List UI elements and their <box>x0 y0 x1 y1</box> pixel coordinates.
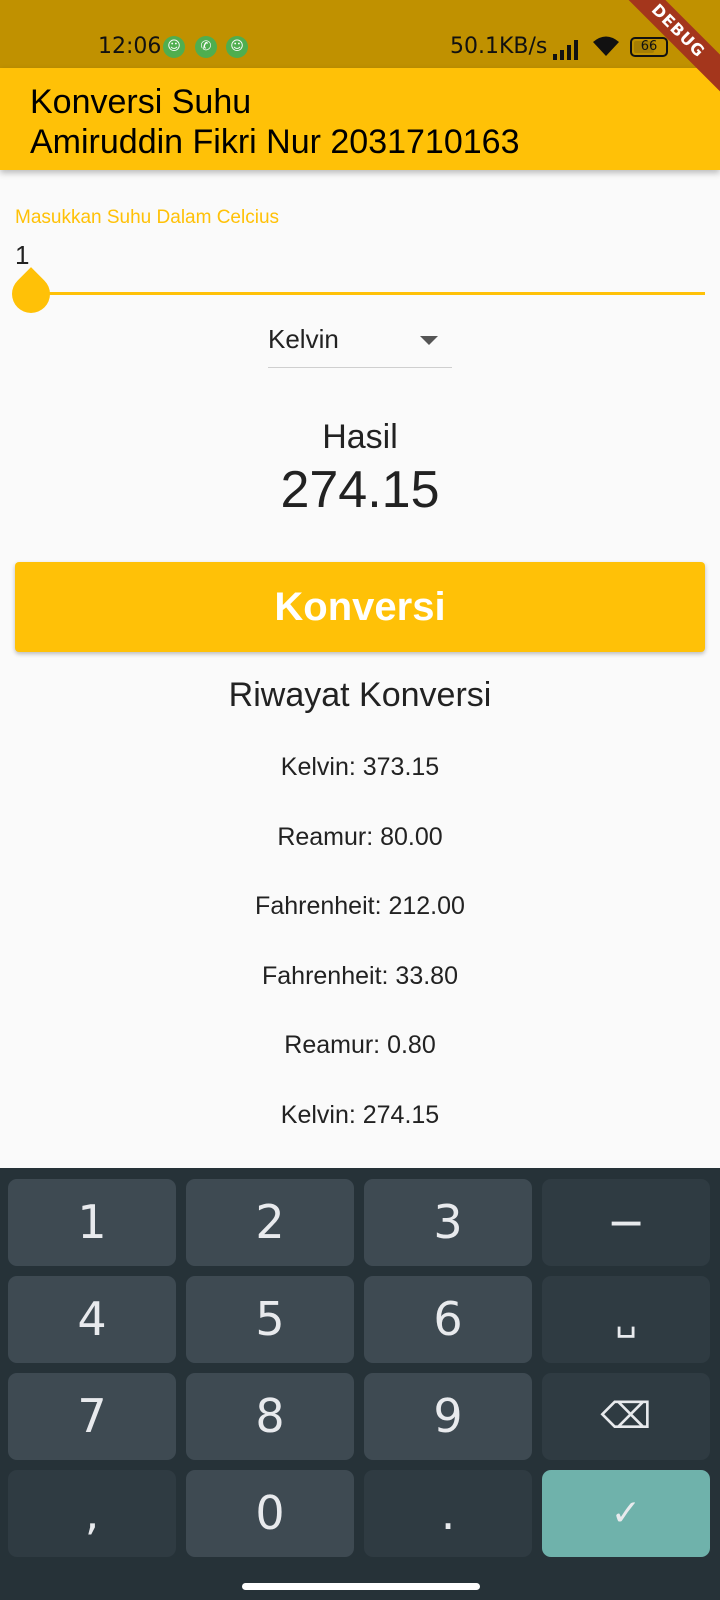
battery-icon: 66 <box>630 37 668 57</box>
key-9[interactable]: 9 <box>364 1373 532 1460</box>
celsius-input-label: Masukkan Suhu Dalam Celcius <box>15 207 280 228</box>
key-7[interactable]: 7 <box>8 1373 176 1460</box>
app-bar: Konversi Suhu Amiruddin Fikri Nur 203171… <box>0 68 720 170</box>
celsius-input[interactable]: 1 <box>15 240 29 271</box>
status-bar: 12:06 ☺ ✆ ☺ 50.1KB/s 66 DEBUG <box>0 0 720 97</box>
key-period[interactable]: . <box>364 1470 532 1557</box>
input-underline <box>15 292 705 295</box>
history-item: Reamur: 0.80 <box>284 1031 436 1059</box>
unit-dropdown-value: Kelvin <box>268 324 339 354</box>
result-value: 274.15 <box>280 461 440 519</box>
history-item: Kelvin: 373.15 <box>280 753 440 781</box>
space-key-icon[interactable]: ␣ <box>542 1276 710 1363</box>
key-6[interactable]: 6 <box>364 1276 532 1363</box>
history-item: Reamur: 80.00 <box>277 822 443 851</box>
battery-level: 66 <box>640 39 658 54</box>
key-comma[interactable]: , <box>8 1470 176 1557</box>
whatsapp-icon: ✆ <box>195 36 217 58</box>
status-time: 12:06 <box>98 34 162 59</box>
chevron-down-icon <box>420 336 438 345</box>
app-subtitle: Amiruddin Fikri Nur 2031710163 <box>30 123 520 161</box>
key-5[interactable]: 5 <box>186 1276 354 1363</box>
notification-app-icon: ☺ <box>163 36 185 58</box>
key-0[interactable]: 0 <box>186 1470 354 1557</box>
history-title: Riwayat Konversi <box>228 676 492 714</box>
key-2[interactable]: 2 <box>186 1179 354 1266</box>
check-icon[interactable]: ✓ <box>542 1470 710 1557</box>
key-4[interactable]: 4 <box>8 1276 176 1363</box>
history-item: Kelvin: 274.15 <box>280 1100 440 1129</box>
text-cursor-handle[interactable] <box>4 267 58 321</box>
key-minus[interactable]: − <box>542 1179 710 1266</box>
unit-dropdown[interactable]: Kelvin <box>268 318 452 368</box>
key-8[interactable]: 8 <box>186 1373 354 1460</box>
network-speed: 50.1KB/s <box>450 34 548 59</box>
navigation-handle[interactable] <box>242 1583 480 1590</box>
notification-app-icon: ☺ <box>226 36 248 58</box>
history-item: Fahrenheit: 212.00 <box>255 892 465 920</box>
result-label: Hasil <box>322 418 398 456</box>
key-1[interactable]: 1 <box>8 1179 176 1266</box>
numeric-keyboard: 1 2 3 − 4 5 6 ␣ 7 8 9 ⌫ , 0 . ✓ <box>0 1168 720 1600</box>
wifi-icon <box>593 36 619 56</box>
key-3[interactable]: 3 <box>364 1179 532 1266</box>
history-list: Kelvin: 373.15 Reamur: 80.00 Fahrenheit:… <box>0 752 720 1169</box>
history-item: Fahrenheit: 33.80 <box>262 961 458 990</box>
backspace-icon[interactable]: ⌫ <box>542 1373 710 1460</box>
convert-button[interactable]: Konversi <box>15 562 705 652</box>
signal-icon <box>553 38 583 60</box>
app-title: Konversi Suhu <box>30 83 252 121</box>
